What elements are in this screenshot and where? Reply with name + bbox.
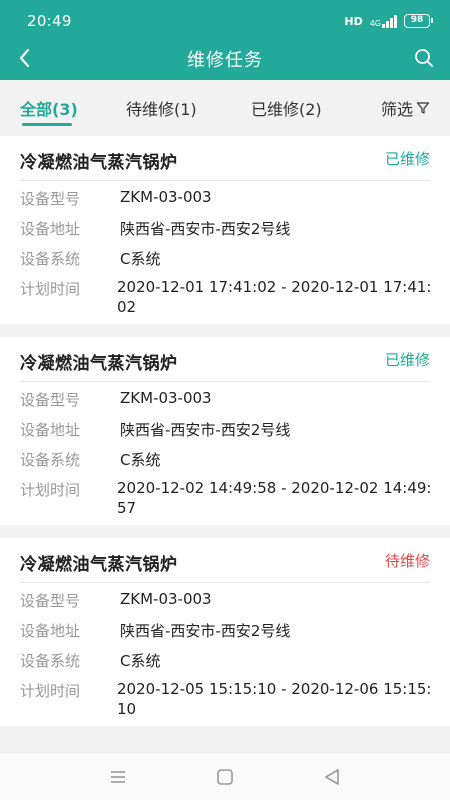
card-divider bbox=[20, 381, 430, 382]
model-value: ZKM-03-003 bbox=[120, 389, 212, 407]
back-triangle-icon bbox=[325, 769, 339, 785]
task-card[interactable]: 冷凝燃油气蒸汽锅炉 待维修 设备型号 ZKM-03-003 设备地址 陕西省-西… bbox=[0, 538, 450, 726]
address-label: 设备地址 bbox=[20, 622, 81, 640]
system-value: C系统 bbox=[120, 652, 161, 670]
model-value: ZKM-03-003 bbox=[120, 188, 212, 206]
system-nav-bar bbox=[0, 752, 450, 800]
task-card[interactable]: 冷凝燃油气蒸汽锅炉 已维修 设备型号 ZKM-03-003 设备地址 陕西省-西… bbox=[0, 136, 450, 324]
plan-time-value: 2020-12-01 17:41:02 - 2020-12-01 17:41:0… bbox=[117, 278, 432, 316]
active-tab-indicator bbox=[22, 123, 72, 126]
menu-icon bbox=[111, 771, 125, 783]
address-label: 设备地址 bbox=[20, 421, 81, 439]
home-icon bbox=[217, 769, 233, 785]
plan-time-label: 计划时间 bbox=[20, 280, 81, 298]
status-time: 20:49 bbox=[27, 12, 72, 30]
status-badge: 已维修 bbox=[384, 351, 430, 369]
system-label: 设备系统 bbox=[20, 451, 81, 469]
search-icon bbox=[415, 49, 433, 67]
card-divider bbox=[20, 582, 430, 583]
plan-time-value: 2020-12-05 15:15:10 - 2020-12-06 15:15:1… bbox=[117, 680, 432, 718]
model-label: 设备型号 bbox=[20, 592, 81, 610]
task-card[interactable]: 冷凝燃油气蒸汽锅炉 已维修 设备型号 ZKM-03-003 设备地址 陕西省-西… bbox=[0, 337, 450, 525]
filter-label: 筛选 bbox=[380, 100, 413, 119]
address-value: 陕西省-西安市-西安2号线 bbox=[120, 421, 291, 439]
status-badge: 待维修 bbox=[384, 552, 430, 570]
home-button[interactable] bbox=[213, 765, 237, 789]
status-icons: HD 4G 98 bbox=[344, 14, 433, 28]
address-value: 陕西省-西安市-西安2号线 bbox=[120, 220, 291, 238]
signal-icon: 4G bbox=[370, 14, 397, 28]
task-title: 冷凝燃油气蒸汽锅炉 bbox=[20, 555, 178, 575]
system-value: C系统 bbox=[120, 451, 161, 469]
app-header: 20:49 HD 4G 98 维修任务 bbox=[0, 0, 450, 80]
tab-pending[interactable]: 待维修(1) bbox=[126, 96, 197, 120]
plan-time-label: 计划时间 bbox=[20, 682, 81, 700]
tab-repaired[interactable]: 已维修(2) bbox=[251, 96, 322, 120]
task-title: 冷凝燃油气蒸汽锅炉 bbox=[20, 354, 178, 374]
status-badge: 已维修 bbox=[384, 150, 430, 168]
address-value: 陕西省-西安市-西安2号线 bbox=[120, 622, 291, 640]
page-title: 维修任务 bbox=[187, 50, 263, 71]
hd-indicator: HD bbox=[344, 14, 363, 28]
system-label: 设备系统 bbox=[20, 250, 81, 268]
model-value: ZKM-03-003 bbox=[120, 590, 212, 608]
plan-time-value: 2020-12-02 14:49:58 - 2020-12-02 14:49:5… bbox=[117, 479, 432, 517]
model-label: 设备型号 bbox=[20, 190, 81, 208]
status-bar: 20:49 HD 4G 98 bbox=[0, 0, 450, 42]
model-label: 设备型号 bbox=[20, 391, 81, 409]
app-bar: 维修任务 bbox=[0, 40, 450, 76]
search-button[interactable] bbox=[410, 44, 438, 72]
filter-button[interactable]: 筛选 bbox=[381, 96, 430, 120]
back-nav-button[interactable] bbox=[320, 765, 344, 789]
network-type: 4G bbox=[369, 19, 381, 28]
menu-button[interactable] bbox=[106, 765, 130, 789]
system-label: 设备系统 bbox=[20, 652, 81, 670]
task-title: 冷凝燃油气蒸汽锅炉 bbox=[20, 153, 178, 173]
address-label: 设备地址 bbox=[20, 220, 81, 238]
battery-icon: 98 bbox=[404, 14, 433, 28]
card-divider bbox=[20, 180, 430, 181]
tab-all[interactable]: 全部(3) bbox=[20, 96, 78, 120]
filter-icon bbox=[416, 102, 430, 114]
plan-time-label: 计划时间 bbox=[20, 481, 81, 499]
filter-tabs: 全部(3) 待维修(1) 已维修(2) 筛选 bbox=[0, 80, 450, 134]
system-value: C系统 bbox=[120, 250, 161, 268]
